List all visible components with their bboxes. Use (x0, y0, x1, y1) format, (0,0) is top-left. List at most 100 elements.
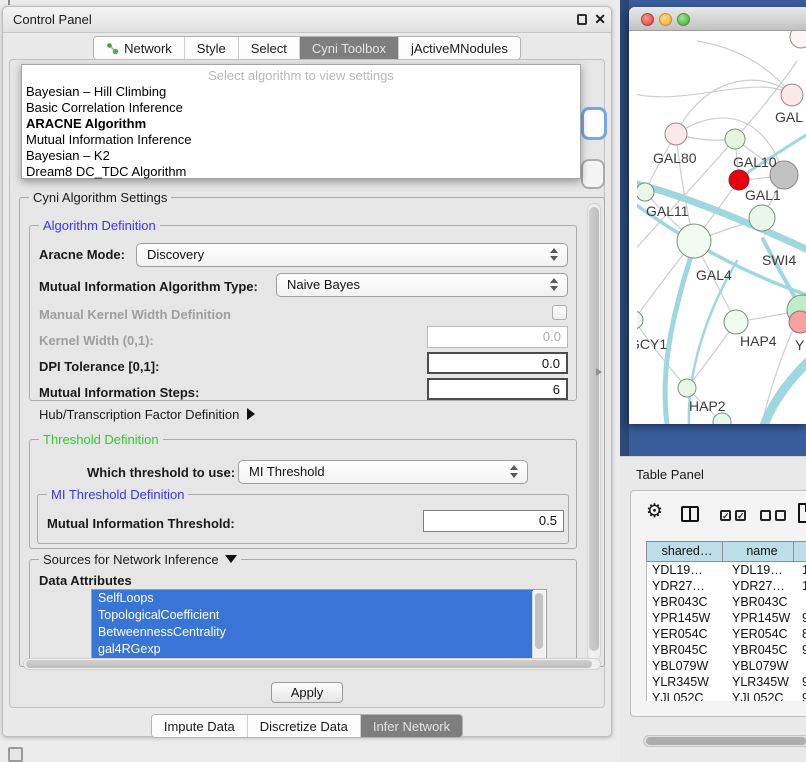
table-row[interactable]: YBR043CYBR043C (647, 594, 806, 610)
table-row[interactable]: YBR045CYBR045C9. (647, 642, 806, 658)
attribute-item-selected[interactable]: SelfLoops (92, 590, 533, 607)
node-label[interactable]: GAL10 (733, 154, 777, 170)
cell: YBR043C (724, 594, 795, 610)
node-label[interactable]: GCY1 (637, 336, 667, 352)
minimized-panel-icon[interactable] (8, 747, 23, 762)
node-label[interactable]: HAP4 (740, 333, 777, 349)
aracne-mode-combobox[interactable]: Discovery (136, 243, 568, 267)
tab-label: Infer Network (373, 719, 450, 734)
tab-infer-network[interactable]: Infer Network (361, 715, 462, 737)
node-label[interactable]: GAL (775, 109, 803, 125)
node-label[interactable]: GAL80 (653, 150, 697, 166)
table-row[interactable]: YBL079WYBL079W (647, 658, 806, 674)
column-header[interactable]: name (723, 541, 794, 562)
attribute-item-selected[interactable]: gal4RGexp (92, 641, 533, 658)
new-table-icon[interactable] (798, 503, 806, 523)
tab-jactivemnodules[interactable]: jActiveMNodules (399, 37, 520, 59)
edge-artifact (8, 0, 10, 5)
tab-style[interactable]: Style (185, 37, 239, 59)
table-row[interactable]: YER054CYER054C8. (647, 626, 806, 642)
cell: 9. (795, 642, 806, 658)
tab-impute-data[interactable]: Impute Data (152, 715, 248, 737)
algorithm-option[interactable]: Dream8 DC_TDC Algorithm (22, 164, 580, 180)
cell (795, 658, 806, 674)
algorithm-option[interactable]: Bayesian – Hill Climbing (22, 84, 580, 100)
column-layout-icon[interactable] (681, 506, 699, 522)
select-all-checkbox-icon[interactable]: ✓ (735, 510, 746, 521)
collapsed-arrow-icon (247, 408, 255, 420)
dropdown-placeholder: Select algorithm to view settings (22, 65, 580, 84)
mi-threshold-field[interactable]: 0.5 (423, 510, 564, 532)
algorithm-option[interactable]: Basic Correlation Inference (22, 100, 580, 116)
settings-horizontal-scrollbar[interactable] (23, 658, 601, 670)
table-row[interactable]: YDL19…YDL19…13 (647, 562, 806, 578)
splitter-handle-icon[interactable] (596, 368, 602, 376)
data-attributes-label: Data Attributes (39, 573, 132, 588)
control-panel-title: Control Panel (13, 12, 92, 27)
gear-icon[interactable]: ⚙ (646, 502, 663, 521)
algorithm-option[interactable]: Mutual Information Inference (22, 132, 580, 148)
cell: YBR043C (647, 594, 724, 610)
node-label[interactable]: Y (795, 337, 804, 353)
inference-algorithm-combobox-fragment[interactable] (581, 107, 607, 140)
algorithm-option-selected[interactable]: ARACNE Algorithm (22, 116, 580, 132)
attribute-item-selected[interactable]: BetweennessCentrality (92, 624, 533, 641)
scrollbar-thumb[interactable] (589, 207, 599, 651)
mac-zoom-button[interactable] (677, 13, 690, 26)
node-label[interactable]: HAP2 (689, 398, 726, 414)
scrollbar-thumb[interactable] (646, 737, 806, 745)
table-horizontal-scrollbar[interactable] (643, 735, 806, 747)
hub-definition-label: Hub/Transcription Factor Definition (39, 407, 239, 422)
mi-algorithm-type-combobox[interactable]: Naive Bayes (276, 273, 568, 297)
combobox-value: Discovery (147, 247, 204, 262)
deselect-all-checkbox-icon[interactable] (760, 510, 771, 521)
hub-definition-expander[interactable]: Hub/Transcription Factor Definition (39, 407, 255, 422)
cyni-bottom-tabbar: Impute Data Discretize Data Infer Networ… (3, 714, 611, 738)
table-row[interactable]: YPR145WYPR145W9. (647, 610, 806, 626)
settings-vertical-scrollbar[interactable] (587, 203, 601, 661)
cell: YER054C (724, 626, 795, 642)
column-header[interactable]: A (794, 541, 806, 562)
data-attributes-list: SelfLoops TopologicalCoefficient Between… (91, 589, 547, 659)
table-row[interactable]: YJL052CYJL052C9 (647, 690, 806, 701)
cell: 8. (795, 626, 806, 642)
tab-network[interactable]: Network (94, 37, 185, 59)
tab-select[interactable]: Select (239, 37, 300, 59)
table-row[interactable]: YLR345WYLR345W9. (647, 674, 806, 690)
node-label[interactable]: GAL4 (696, 267, 732, 283)
node-table: shared… name A YDL19…YDL19…13 YDR27…YDR2… (646, 541, 806, 701)
mi-steps-field[interactable]: 6 (427, 378, 568, 400)
tab-discretize-data[interactable]: Discretize Data (248, 715, 361, 737)
column-header[interactable]: shared… (646, 541, 723, 562)
cell: YDR27… (724, 578, 795, 594)
cell: YLR345W (647, 674, 724, 690)
dpi-tolerance-field[interactable]: 0.0 (427, 352, 568, 374)
deselect-all-checkbox-icon[interactable] (775, 510, 786, 521)
mac-close-button[interactable] (641, 13, 654, 26)
select-all-checkbox-icon[interactable]: ✓ (720, 510, 731, 521)
close-icon[interactable]: ✕ (594, 11, 606, 28)
scrollbar-thumb[interactable] (26, 660, 592, 668)
which-threshold-combobox[interactable]: MI Threshold (238, 460, 528, 484)
cell: YLR345W (724, 674, 795, 690)
cell: 9. (795, 610, 806, 626)
algorithm-dropdown-list: Select algorithm to view settings Bayesi… (21, 64, 581, 179)
data-table-combobox-fragment[interactable] (581, 159, 605, 189)
combobox-value: Naive Bayes (287, 277, 360, 292)
mac-minimize-button[interactable] (659, 13, 672, 26)
manual-kernel-checkbox[interactable] (552, 305, 567, 320)
node-label[interactable]: GAL11 (646, 203, 689, 219)
scrollbar-thumb[interactable] (535, 593, 543, 649)
attribute-item-selected[interactable]: TopologicalCoefficient (92, 607, 533, 624)
apply-button[interactable]: Apply (271, 682, 343, 703)
algorithm-option[interactable]: Bayesian – K2 (22, 148, 580, 164)
mi-steps-label: Mutual Information Steps: (39, 385, 199, 400)
network-canvas[interactable]: GAL GAL80 GAL10 GAL1 GAL11 SWI4 GAL4 GCY… (637, 31, 806, 424)
table-row[interactable]: YDR27…YDR27…12 (647, 578, 806, 594)
node-label[interactable]: GAL1 (745, 187, 781, 203)
float-window-icon[interactable] (577, 14, 587, 25)
node-label[interactable]: SWI4 (762, 252, 796, 268)
sources-expander[interactable]: Sources for Network Inference (39, 552, 241, 567)
tab-cyni-toolbox[interactable]: Cyni Toolbox (300, 37, 399, 59)
list-vertical-scrollbar[interactable] (532, 591, 545, 659)
